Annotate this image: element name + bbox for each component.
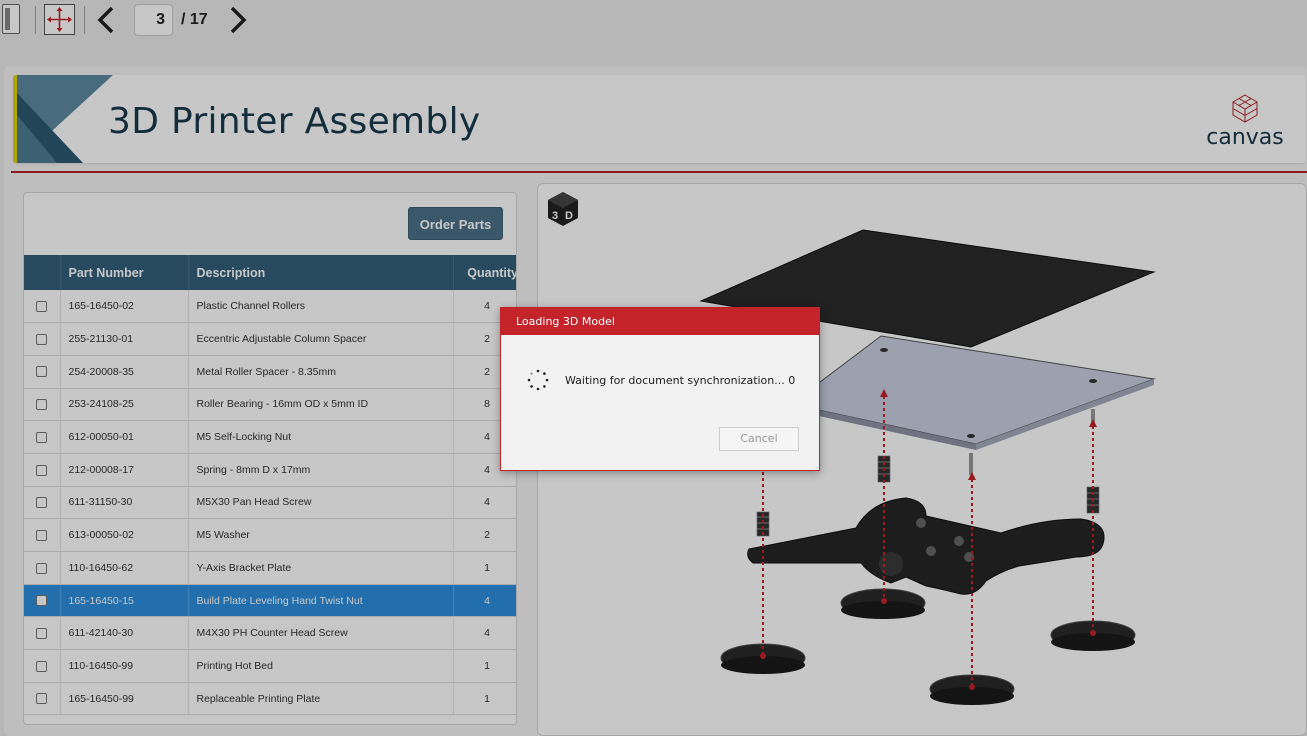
loading-spinner-icon [527,369,549,391]
dialog-title: Loading 3D Model [501,308,819,335]
cancel-button[interactable]: Cancel [719,427,799,451]
dialog-message: Waiting for document synchronization... … [565,374,796,387]
loading-dialog: Loading 3D Model Waiting for document sy… [500,307,820,471]
